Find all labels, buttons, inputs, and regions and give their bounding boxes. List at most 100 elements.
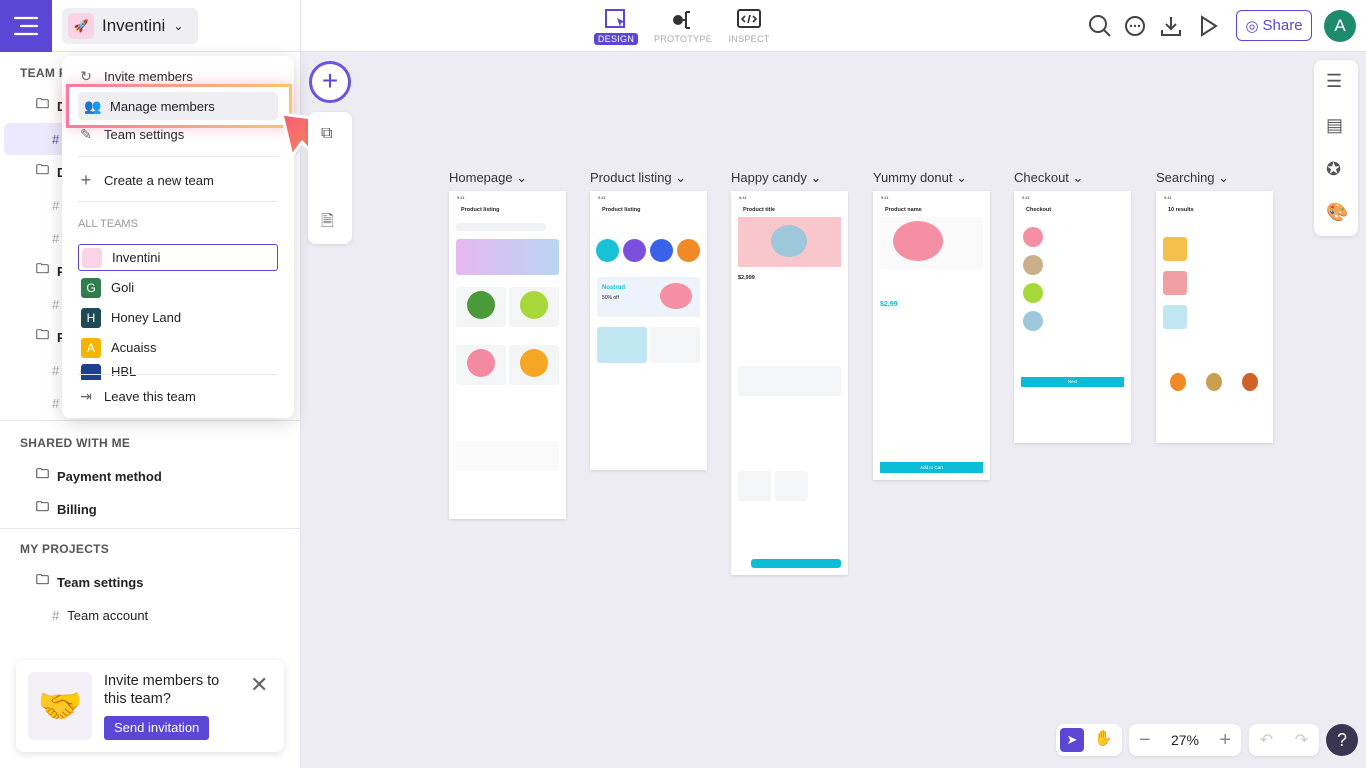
- layers-icon[interactable]: ▤: [1326, 115, 1343, 136]
- tab-inspect[interactable]: INSPECT: [714, 8, 784, 44]
- artboard[interactable]: 9:41 Product listing Nostrud 50% off: [590, 191, 707, 470]
- artboard[interactable]: 9:41 10 results: [1156, 191, 1273, 443]
- code-icon: [737, 9, 761, 28]
- sidebar-item-team-settings[interactable]: 🗀 Team settings: [36, 572, 143, 592]
- frame-icon: #: [52, 296, 60, 312]
- team-name: Goli: [111, 280, 135, 295]
- price: $2,999: [738, 275, 755, 281]
- artboard-label[interactable]: Checkout ⌄: [1014, 170, 1083, 186]
- team-name: Inventini: [112, 250, 161, 265]
- tab-prototype[interactable]: PROTOTYPE: [648, 8, 718, 44]
- screen-title: Product name: [885, 207, 922, 213]
- label-text: Yummy donut: [873, 170, 953, 185]
- zoom-in-button[interactable]: +: [1219, 729, 1231, 752]
- menu-button[interactable]: [0, 0, 52, 52]
- status-time: 9:41: [881, 195, 889, 200]
- sidebar-item-team-account[interactable]: # Team account: [52, 605, 148, 625]
- divider: [0, 528, 300, 529]
- artboard-label[interactable]: Homepage ⌄: [449, 170, 527, 186]
- prototype-icon: [673, 11, 690, 29]
- section-my-projects: MY PROJECTS: [20, 542, 110, 556]
- tab-label: DESIGN: [593, 33, 639, 45]
- avatar[interactable]: A: [1324, 10, 1356, 42]
- screen-title: Product listing: [461, 207, 500, 213]
- menu-item-invite-members[interactable]: ↻ Invite members: [78, 68, 193, 85]
- screen-title: Product listing: [602, 207, 641, 213]
- history-control: ↶ ↷: [1249, 724, 1319, 756]
- artboard[interactable]: 9:41 Product name $2,99 Add to Cart: [873, 191, 990, 480]
- add-button[interactable]: +: [309, 61, 351, 103]
- artboard[interactable]: 9:41 Checkout Next: [1014, 191, 1131, 443]
- logout-icon: ⇥: [80, 388, 92, 404]
- edit-icon: ✎: [80, 126, 92, 142]
- hand-tool-icon[interactable]: ✋: [1094, 729, 1113, 747]
- chevron-down-icon: ⌄: [675, 170, 687, 185]
- artboard-label[interactable]: Searching ⌄: [1156, 170, 1229, 186]
- team-name: HBL: [111, 364, 137, 379]
- artboard[interactable]: 9:41 Product title $2,999: [731, 191, 848, 575]
- add-to-cart-button[interactable]: Add to Cart: [880, 462, 983, 473]
- help-button[interactable]: ?: [1326, 724, 1358, 756]
- divider: [78, 201, 278, 202]
- label-text: Happy candy: [731, 170, 807, 185]
- item-label: Team settings: [57, 574, 144, 590]
- redo-icon[interactable]: ↷: [1295, 730, 1308, 750]
- screen-title: 10 results: [1168, 207, 1194, 213]
- share-button[interactable]: ◎ Share: [1236, 10, 1312, 41]
- menu-item-team-settings[interactable]: ✎ Team settings: [78, 126, 184, 143]
- frame-icon: #: [52, 362, 60, 378]
- plugin-icon[interactable]: ✪: [1326, 159, 1341, 180]
- menu-item-leave-team[interactable]: ⇥ Leave this team: [78, 388, 196, 405]
- artboard[interactable]: 9:41 Product listing: [449, 191, 566, 519]
- team-item[interactable]: Inventini: [78, 244, 278, 271]
- play-icon[interactable]: [1196, 14, 1220, 38]
- sliders-icon[interactable]: ☰: [1326, 71, 1342, 92]
- tool-toggle: ➤ ✋: [1056, 724, 1122, 756]
- palette-icon[interactable]: 🎨: [1326, 202, 1348, 223]
- artboard-label[interactable]: Yummy donut ⌄: [873, 170, 967, 186]
- team-name: Acuaiss: [111, 340, 157, 355]
- status-time: 9:41: [739, 195, 747, 200]
- divider: [0, 420, 300, 421]
- artboard-label[interactable]: Happy candy ⌄: [731, 170, 821, 186]
- team-item[interactable]: H Honey Land: [78, 304, 278, 331]
- item-label: Team account: [67, 607, 149, 623]
- promo-title: Nostrud: [602, 285, 625, 291]
- close-icon[interactable]: ✕: [250, 672, 268, 698]
- save-icon[interactable]: 🗎: [321, 210, 334, 237]
- status-time: 9:41: [457, 195, 465, 200]
- undo-icon[interactable]: ↶: [1260, 730, 1273, 750]
- highlight-outline: [66, 84, 292, 128]
- folder-icon: 🗀: [36, 466, 50, 481]
- zoom-out-button[interactable]: −: [1139, 729, 1151, 752]
- frame-icon: #: [52, 131, 60, 147]
- download-icon[interactable]: [1159, 14, 1183, 38]
- team-item[interactable]: HBL: [78, 364, 278, 380]
- status-time: 9:41: [1164, 195, 1172, 200]
- team-item[interactable]: A Acuaiss: [78, 334, 278, 361]
- sidebar-item-payment-method[interactable]: 🗀 Payment method: [36, 466, 162, 486]
- folder-icon: 🗀: [36, 96, 50, 111]
- team-logo: 🚀: [68, 13, 94, 39]
- chevron-down-icon: ⌄: [810, 170, 822, 185]
- status-time: 9:41: [598, 195, 606, 200]
- sidebar-item-billing[interactable]: 🗀 Billing: [36, 499, 97, 519]
- item-label: Create a new team: [104, 173, 214, 188]
- team-selector[interactable]: 🚀 Inventini ⌄: [62, 8, 198, 44]
- frame-icon: #: [52, 607, 60, 623]
- menu-item-create-team[interactable]: + Create a new team: [78, 170, 214, 191]
- divider: [300, 0, 301, 52]
- artboard-label[interactable]: Product listing ⌄: [590, 170, 686, 186]
- tab-design[interactable]: DESIGN: [581, 8, 651, 45]
- comment-icon[interactable]: [1123, 14, 1147, 38]
- share-icon: ◎: [1245, 17, 1259, 35]
- select-tool-icon[interactable]: ➤: [1060, 728, 1084, 752]
- invite-card: 🤝 Invite members to this team? Send invi…: [16, 660, 284, 752]
- next-button[interactable]: Next: [1021, 377, 1124, 387]
- team-item[interactable]: G Goli: [78, 274, 278, 301]
- search-icon[interactable]: [1088, 14, 1112, 38]
- components-icon[interactable]: ⧉: [321, 125, 332, 143]
- left-tool-panel: ⧉ 🗎: [308, 112, 352, 244]
- all-teams-label: ALL TEAMS: [78, 218, 138, 230]
- send-invitation-button[interactable]: Send invitation: [104, 716, 210, 740]
